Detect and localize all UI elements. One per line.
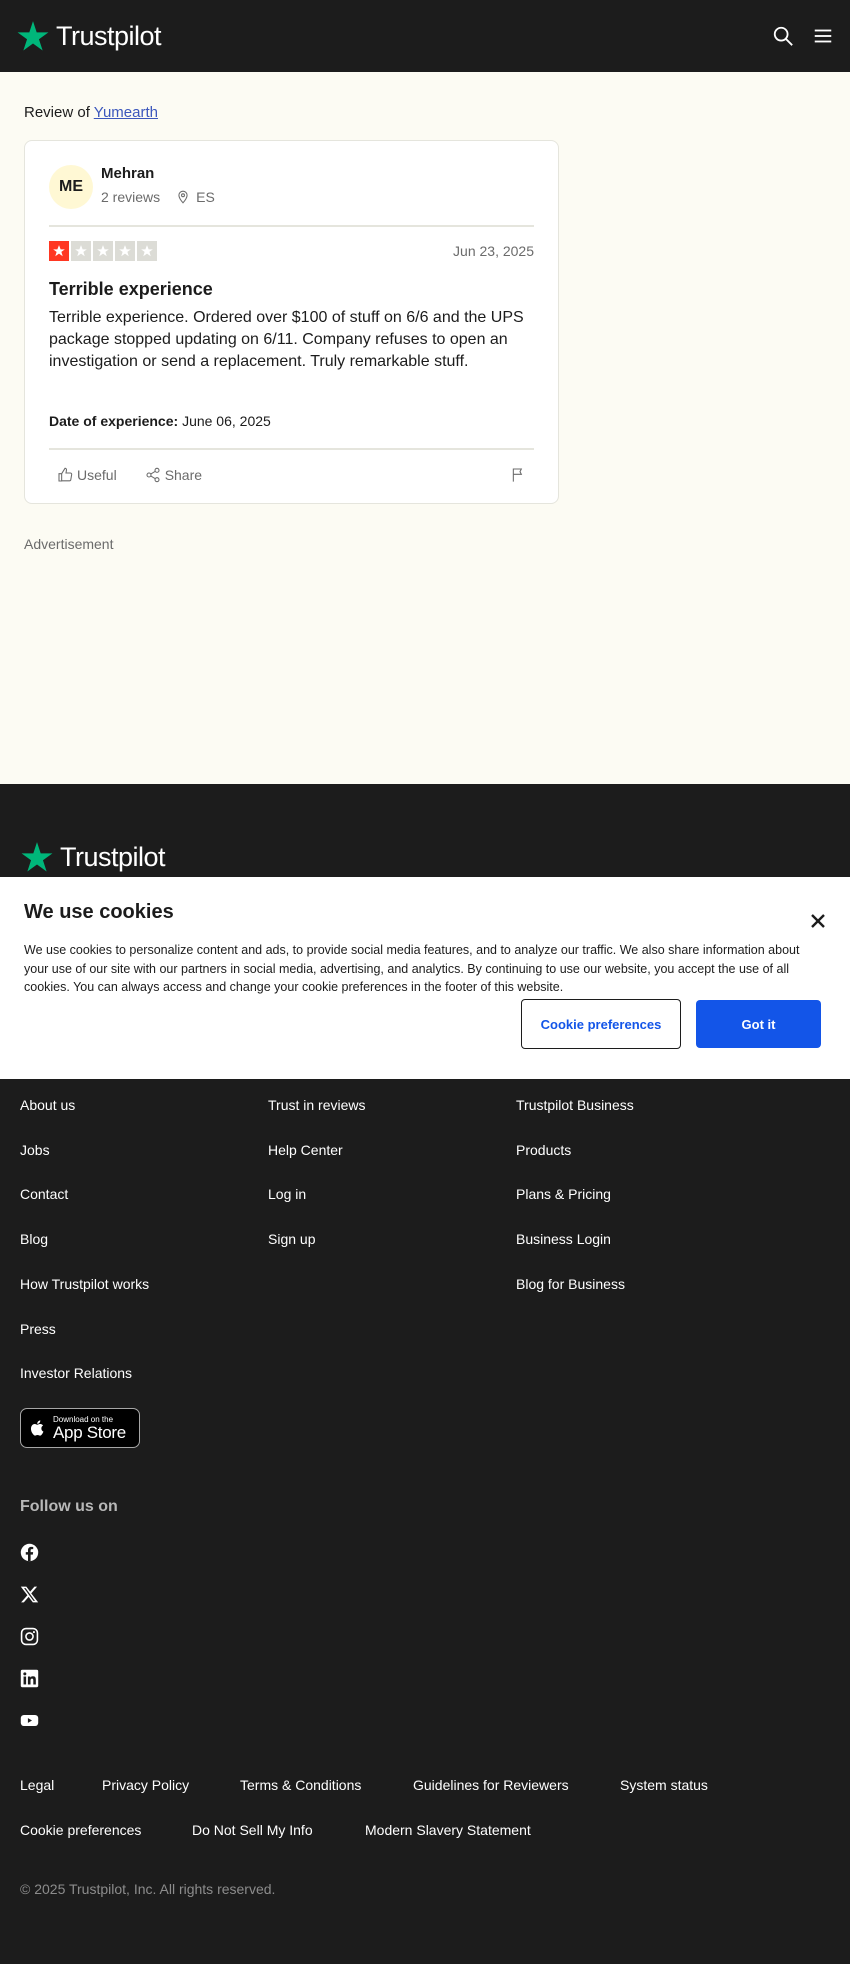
star-rating (49, 241, 157, 261)
legal-link[interactable]: Do Not Sell My Info (192, 1822, 313, 1838)
facebook-icon[interactable] (20, 1543, 39, 1562)
reviewer-name[interactable]: Mehran (101, 165, 154, 182)
divider (49, 448, 534, 450)
footer-link[interactable]: Blog for Business (516, 1276, 625, 1292)
star-empty-icon (115, 241, 135, 261)
footer-link[interactable]: Plans & Pricing (516, 1186, 611, 1202)
thumbs-up-icon (58, 467, 73, 482)
follow-us-label: Follow us on (20, 1498, 118, 1515)
close-icon[interactable] (810, 913, 826, 929)
footer-link[interactable]: Log in (268, 1186, 306, 1202)
star-empty-icon (71, 241, 91, 261)
cookie-title: We use cookies (24, 901, 174, 923)
cookie-text: We use cookies to personalize content an… (24, 943, 800, 994)
youtube-icon[interactable] (20, 1711, 39, 1730)
site-header: Trustpilot (0, 0, 850, 72)
reviewer-country: ES (196, 189, 215, 205)
legal-link[interactable]: System status (620, 1777, 708, 1793)
review-body: Terrible experience. Ordered over $100 o… (49, 309, 524, 370)
divider (49, 225, 534, 227)
review-card: ME Mehran 2 reviews ES Jun 23, 2025 Terr… (24, 140, 559, 504)
footer-link[interactable]: Jobs (20, 1142, 50, 1158)
footer-link[interactable]: Trust in reviews (268, 1097, 366, 1113)
cookie-banner: We use cookies We use cookies to persona… (0, 877, 850, 1079)
trustpilot-logo[interactable]: Trustpilot (16, 19, 162, 53)
footer-link[interactable]: How Trustpilot works (20, 1276, 149, 1292)
apple-icon (30, 1420, 44, 1436)
footer-link[interactable]: Products (516, 1142, 571, 1158)
footer-link[interactable]: Sign up (268, 1231, 315, 1247)
footer-link[interactable]: Contact (20, 1186, 68, 1202)
accept-cookies-button[interactable]: Got it (696, 1000, 821, 1048)
legal-link[interactable]: Cookie preferences (20, 1822, 141, 1838)
legal-link[interactable]: Modern Slavery Statement (365, 1822, 531, 1838)
useful-button[interactable]: Useful (49, 463, 125, 487)
useful-label: Useful (77, 467, 117, 483)
share-button[interactable]: Share (137, 463, 210, 487)
brand-name: Trustpilot (56, 20, 162, 51)
app-store-badge[interactable]: Download on the App Store (20, 1408, 140, 1448)
experience-label: Date of experience: (49, 413, 179, 429)
footer-link[interactable]: Business Login (516, 1231, 611, 1247)
search-icon[interactable] (772, 25, 794, 47)
instagram-icon[interactable] (20, 1627, 39, 1646)
review-of-prefix: Review of (24, 104, 90, 121)
review-title[interactable]: Terrible experience (49, 279, 213, 300)
star-empty-icon (93, 241, 113, 261)
star-logo-icon (17, 21, 49, 51)
app-store-big-text: App Store (53, 1422, 126, 1442)
menu-icon[interactable] (812, 25, 834, 47)
footer-link[interactable]: Press (20, 1321, 56, 1337)
location-pin-icon (178, 190, 188, 204)
date-of-experience: Date of experience: June 06, 2025 (49, 413, 271, 429)
star-filled-icon (49, 241, 69, 261)
flag-icon (512, 468, 523, 482)
footer-link[interactable]: Trustpilot Business (516, 1097, 634, 1113)
footer-link[interactable]: Investor Relations (20, 1365, 132, 1381)
footer-link[interactable]: Blog (20, 1231, 48, 1247)
star-empty-icon (137, 241, 157, 261)
legal-link[interactable]: Guidelines for Reviewers (413, 1777, 569, 1793)
footer-brand-name: Trustpilot (60, 841, 166, 872)
copyright: © 2025 Trustpilot, Inc. All rights reser… (20, 1881, 276, 1897)
review-date: Jun 23, 2025 (453, 243, 534, 259)
review-count: 2 reviews (101, 189, 161, 205)
legal-link[interactable]: Privacy Policy (102, 1777, 189, 1793)
experience-date: June 06, 2025 (182, 413, 271, 429)
x-icon[interactable] (20, 1585, 39, 1604)
review-of-line: Review of Yumearth (24, 104, 158, 121)
legal-link[interactable]: Terms & Conditions (240, 1777, 361, 1793)
company-link[interactable]: Yumearth (94, 104, 158, 121)
cookie-preferences-button[interactable]: Cookie preferences (521, 999, 681, 1049)
advertisement-label: Advertisement (24, 536, 114, 552)
avatar[interactable]: ME (49, 165, 93, 209)
linkedin-icon[interactable] (20, 1669, 39, 1688)
star-logo-icon (21, 842, 53, 872)
report-button[interactable] (502, 463, 534, 487)
legal-link[interactable]: Legal (20, 1777, 54, 1793)
share-icon (146, 467, 160, 483)
footer-logo[interactable]: Trustpilot (20, 840, 166, 874)
footer-link[interactable]: About us (20, 1097, 75, 1113)
share-label: Share (164, 467, 203, 483)
footer-link[interactable]: Help Center (268, 1142, 343, 1158)
